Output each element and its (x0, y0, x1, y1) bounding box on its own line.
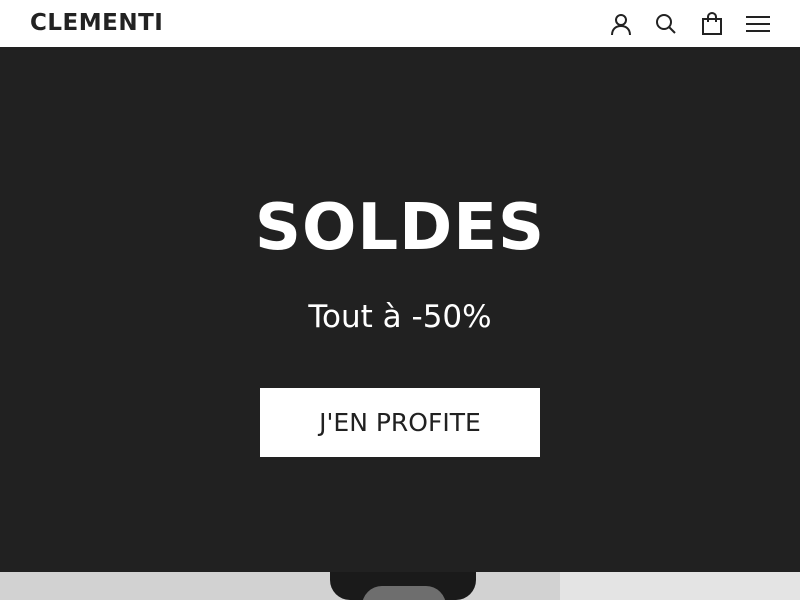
search-icon[interactable] (654, 12, 678, 36)
hero-subtitle: Tout à -50% (308, 299, 492, 335)
hero-title: SOLDES (254, 191, 546, 265)
menu-icon[interactable] (745, 12, 771, 36)
photo-subject-face (362, 586, 446, 600)
hero-banner: SOLDES Tout à -50% J'EN PROFITE (0, 47, 800, 572)
cart-icon[interactable] (700, 12, 724, 36)
site-header: CLEMENTI (0, 0, 800, 47)
brand-logo[interactable]: CLEMENTI (30, 9, 163, 37)
account-icon[interactable] (609, 12, 633, 36)
photo-background (560, 572, 800, 600)
hero-photo (0, 572, 800, 600)
cta-button[interactable]: J'EN PROFITE (260, 388, 540, 457)
